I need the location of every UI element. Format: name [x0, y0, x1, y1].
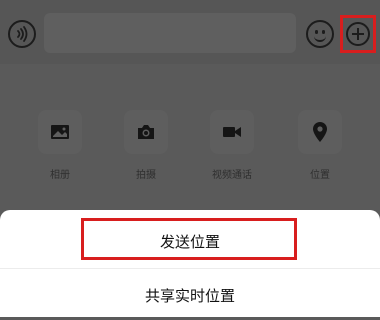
tool-label: 位置: [310, 170, 330, 181]
tool-camera[interactable]: 拍摄: [110, 110, 182, 190]
camera-tile[interactable]: [124, 110, 168, 154]
send-location-option[interactable]: 发送位置: [0, 216, 380, 266]
location-tile[interactable]: [298, 110, 342, 154]
share-live-location-option[interactable]: 共享实时位置: [0, 270, 380, 320]
chat-input-bar: [0, 0, 380, 64]
video-call-icon: [223, 127, 241, 137]
location-pin-icon: [313, 122, 327, 142]
share-live-location-label: 共享实时位置: [144, 286, 235, 305]
voice-input-button[interactable]: [8, 20, 36, 48]
tool-album[interactable]: 相册: [24, 110, 96, 190]
tool-label: 视频通话: [212, 170, 252, 181]
camera-icon: [138, 125, 154, 139]
voice-icon: [17, 26, 28, 42]
divider: [0, 268, 380, 269]
plus-circle-icon: [346, 22, 370, 46]
send-location-highlight: [81, 218, 297, 260]
action-sheet: 发送位置 共享实时位置: [0, 210, 380, 317]
message-input[interactable]: [44, 13, 296, 53]
tool-label: 相册: [50, 170, 70, 181]
album-tile[interactable]: [38, 110, 82, 154]
photo-album-icon: [51, 125, 69, 139]
video-call-tile[interactable]: [210, 110, 254, 154]
emoji-icon: [314, 34, 326, 42]
emoji-button[interactable]: [306, 20, 334, 48]
more-options-button[interactable]: [340, 15, 376, 53]
tool-location[interactable]: 位置: [284, 110, 356, 190]
tool-video-call[interactable]: 视频通话: [196, 110, 268, 190]
tool-label: 拍摄: [136, 170, 156, 181]
